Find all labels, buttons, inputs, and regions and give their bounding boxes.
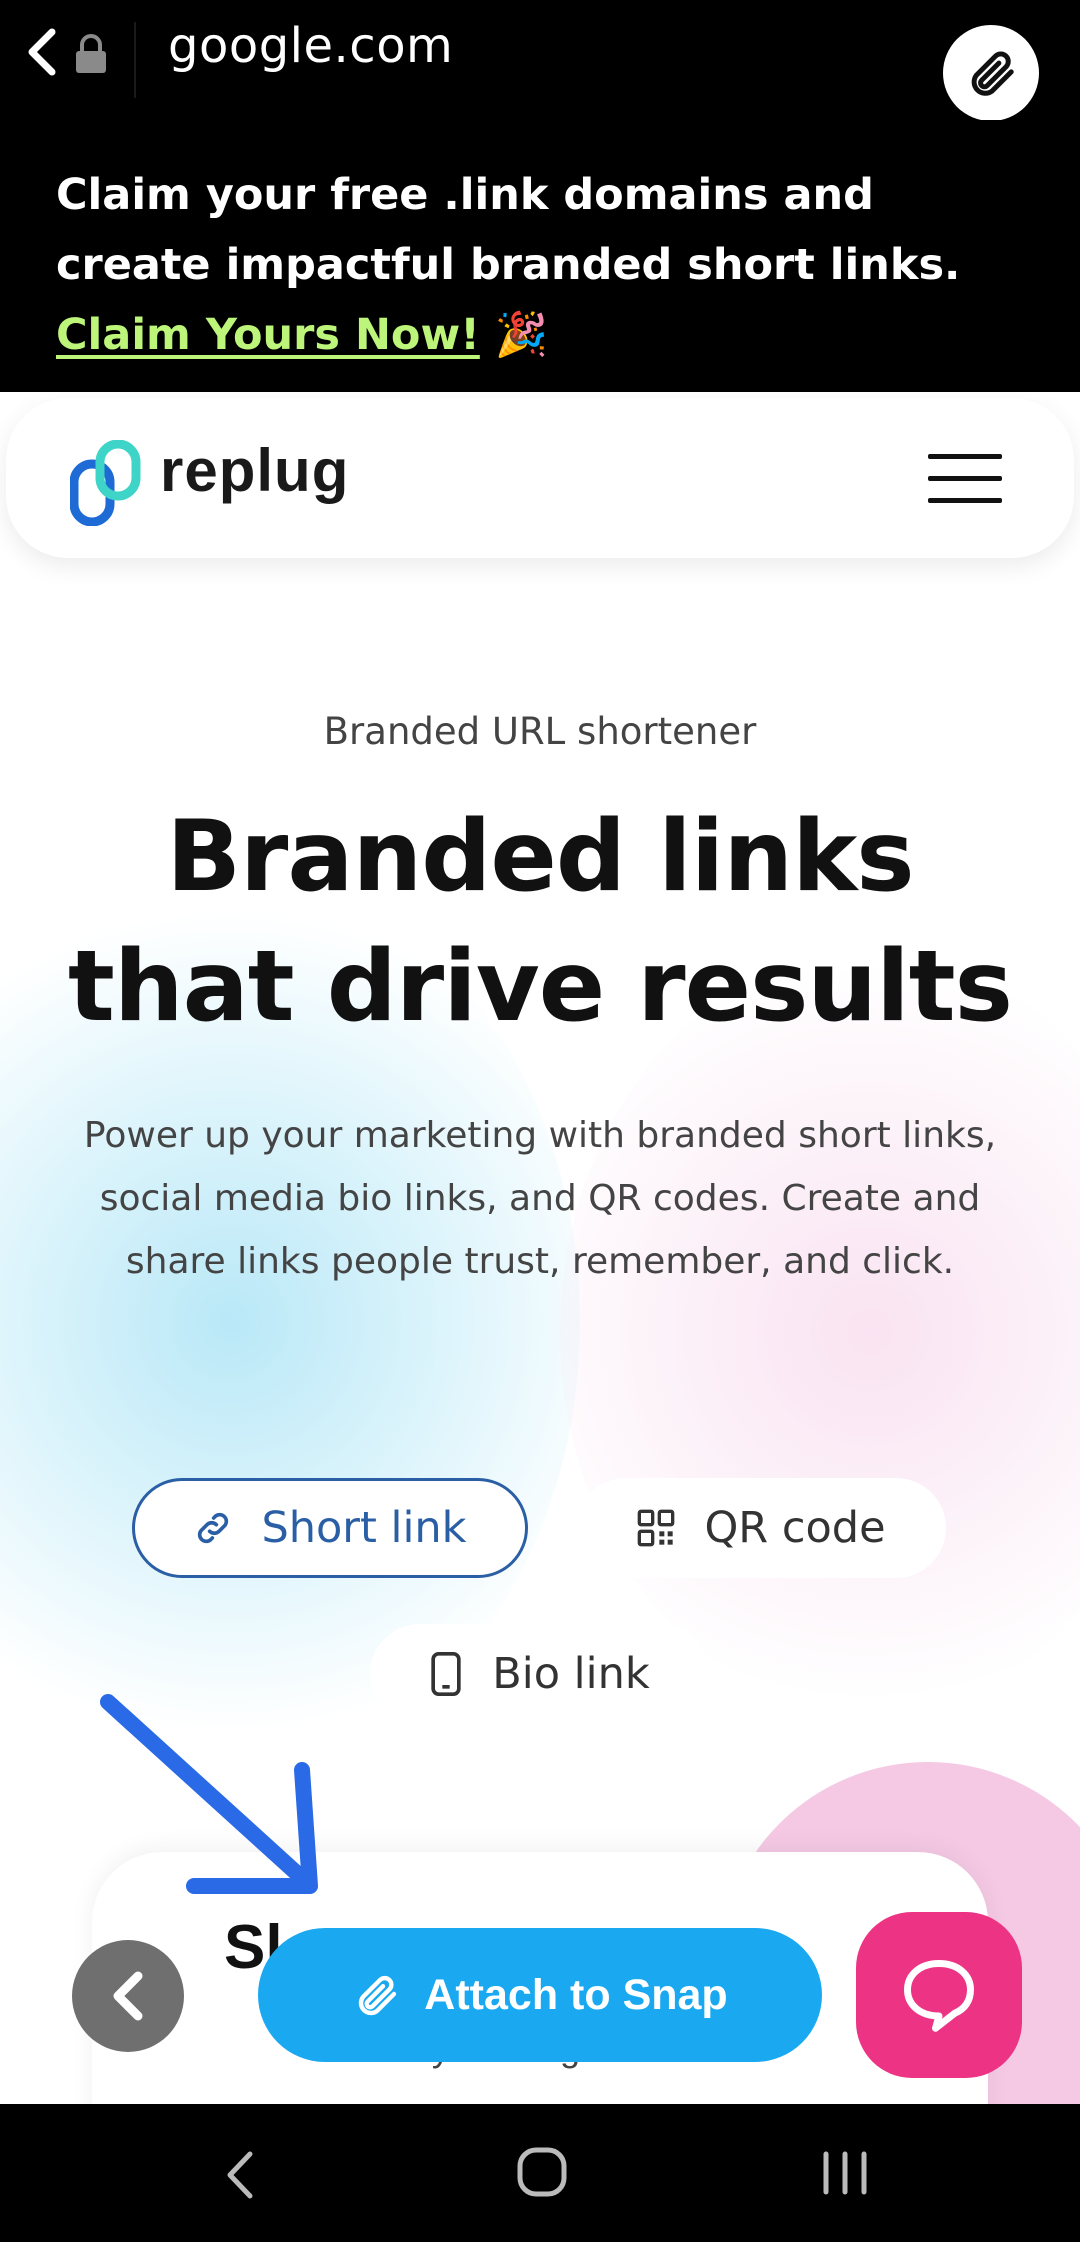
url-divider (134, 22, 136, 98)
tab-short-link[interactable]: Short link (132, 1478, 528, 1578)
lock-icon (76, 34, 106, 73)
chat-bubble-icon (904, 1960, 974, 2032)
menu-bar (928, 498, 1002, 503)
paperclip-icon (359, 1975, 397, 2016)
headline-line-2: that drive results (68, 930, 1013, 1044)
hero-subtext: Power up your marketing with branded sho… (83, 1115, 997, 1282)
back-button[interactable] (72, 1940, 184, 2052)
promo-message: Claim your free .link domains and create… (56, 170, 961, 290)
menu-bar (928, 454, 1002, 459)
tab-label: Short link (261, 1503, 467, 1553)
menu-bar (928, 476, 1002, 481)
tab-qr-code[interactable]: QR code (576, 1478, 946, 1578)
hero-eyebrow: Branded URL shortener (323, 710, 757, 753)
snap-button-label: Attach to Snap (424, 1970, 728, 2019)
nav-back-icon[interactable] (222, 2148, 258, 2202)
tab-label: QR code (704, 1503, 886, 1553)
hero-headline: Branded links that drive results (0, 792, 1080, 1052)
paperclip-icon (971, 51, 1014, 96)
promo-banner: Claim your free .link domains and create… (0, 120, 1080, 392)
nav-home-icon[interactable] (516, 2146, 568, 2198)
logo-text[interactable]: replug (160, 436, 349, 505)
link-icon (198, 1512, 229, 1544)
headline-line-1: Branded links (166, 800, 914, 914)
tab-label: Bio link (492, 1649, 650, 1699)
background-blob (560, 952, 1080, 1712)
url-text[interactable]: google.com (168, 18, 453, 74)
system-nav-bar (0, 2104, 1080, 2242)
replug-logo-icon[interactable] (70, 440, 146, 526)
arrow-pointer-icon (100, 1694, 318, 1894)
attach-to-snap-button[interactable]: Attach to Snap (258, 1928, 822, 2062)
phone-icon (431, 1652, 461, 1696)
tab-bio-link[interactable]: Bio link (370, 1624, 708, 1724)
chat-button[interactable] (856, 1912, 1022, 2078)
browser-bar: google.com (0, 0, 1080, 121)
chevron-left-icon (113, 1971, 143, 2021)
menu-icon[interactable] (928, 454, 1002, 504)
promo-text: Claim your free .link domains and create… (56, 160, 1024, 370)
claim-link[interactable]: Claim Yours Now! (56, 310, 480, 360)
site-header: replug (6, 398, 1074, 558)
party-emoji: 🎉 (494, 310, 549, 360)
qr-code-icon (638, 1509, 675, 1547)
nav-recents-icon[interactable] (820, 2150, 870, 2196)
back-arrow-icon[interactable] (22, 22, 62, 82)
attach-button[interactable] (943, 25, 1039, 121)
